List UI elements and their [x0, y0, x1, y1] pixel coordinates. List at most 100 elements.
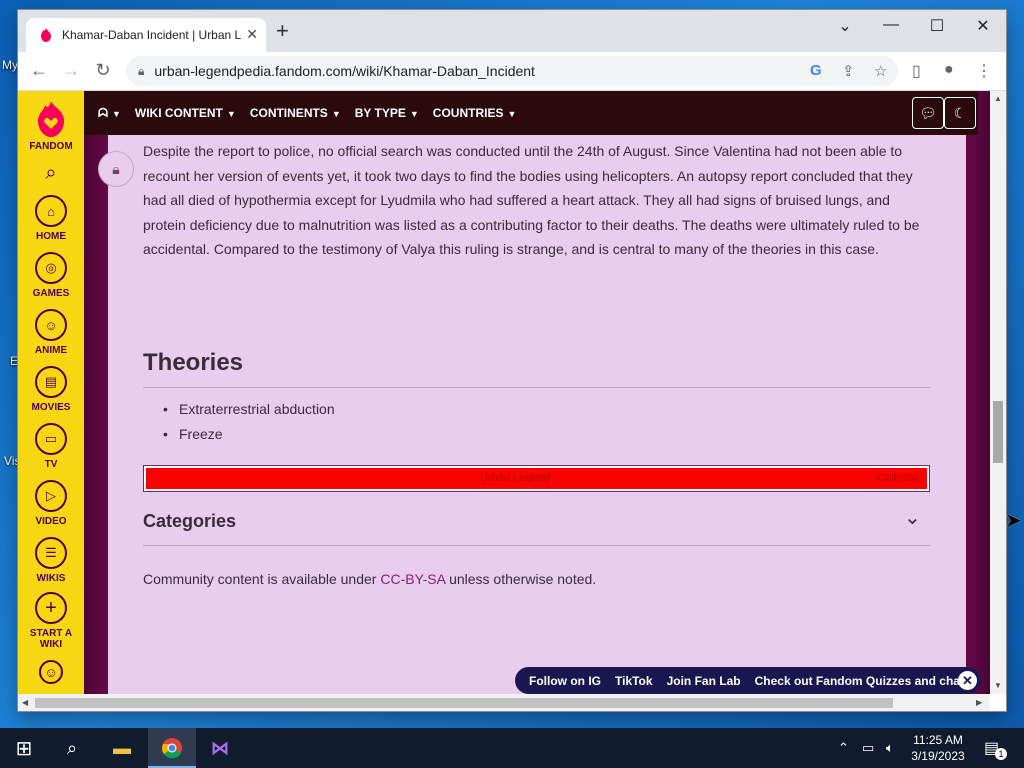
tray-overflow-chevron-icon[interactable]: ⌃ — [838, 740, 849, 756]
page-lock-icon[interactable]: 🔒︎ — [98, 151, 134, 187]
wikis-icon: ☰ — [35, 537, 67, 569]
social-link-tiktok[interactable]: TikTok — [615, 674, 653, 688]
google-lens-icon[interactable]: G — [810, 62, 822, 79]
volume-icon[interactable]: 🔈︎ — [886, 740, 894, 756]
nav-item-wiki-content[interactable]: WIKI CONTENT ▼ — [135, 106, 236, 120]
lock-icon[interactable]: 🔒︎ — [138, 64, 144, 79]
rail-label: WIKIS — [36, 573, 66, 584]
chrome-icon[interactable] — [156, 734, 188, 762]
rail-item-anime[interactable]: ☺ ANIME — [35, 309, 67, 356]
reload-icon[interactable]: ↻ — [92, 60, 114, 81]
windows-start-icon[interactable]: ⊞ — [8, 734, 40, 762]
network-icon[interactable]: ▭ — [862, 740, 874, 756]
url-text[interactable]: urban-legendpedia.fandom.com/wiki/Khamar… — [154, 63, 535, 79]
rail-label: TV — [44, 459, 58, 470]
nav-item-by-type[interactable]: BY TYPE ▼ — [355, 106, 419, 120]
social-promo-bar: Follow on IG TikTok Join Fan Lab Check o… — [515, 667, 981, 694]
share-icon[interactable]: ⇪ — [842, 62, 855, 80]
search-icon[interactable]: ⌕ — [45, 162, 56, 185]
rail-item-start-wiki[interactable]: + START A WIKI — [26, 592, 76, 650]
clock-date: 3/19/2023 — [911, 749, 965, 763]
tab-strip: Khamar-Daban Incident | Urban L ✕ + ⌄ — … — [18, 10, 1006, 52]
rail-item-tv[interactable]: ▭ TV — [35, 423, 67, 470]
categories-divider — [143, 545, 930, 546]
clock-time: 11:25 AM — [913, 733, 963, 747]
browser-tab[interactable]: Khamar-Daban Incident | Urban L ✕ — [26, 18, 266, 52]
dark-mode-moon-icon[interactable]: ☾ — [944, 97, 976, 129]
plus-icon: + — [35, 592, 67, 624]
social-link-quizzes[interactable]: Check out Fandom Quizzes and cha — [755, 674, 960, 688]
rail-item-games[interactable]: ◎ GAMES — [32, 252, 70, 299]
list-item: Extraterrestrial abduction — [143, 397, 335, 422]
heading-divider — [143, 387, 930, 388]
scroll-left-arrow-icon[interactable]: ◀ — [22, 698, 28, 707]
rail-item-account[interactable]: ☺ — [39, 660, 63, 684]
user-icon: ☺ — [39, 660, 63, 684]
rail-item-movies[interactable]: ▤ MOVIES — [32, 366, 70, 413]
bookmark-star-icon[interactable]: ☆ — [874, 62, 887, 80]
tab-search-chevron-icon[interactable]: ⌄ — [822, 16, 868, 36]
rail-item-home[interactable]: ⌂ HOME — [35, 195, 67, 242]
fandom-sidebar: FANDOM ⌕ ⌂ HOME ◎ GAMES ☺ ANIME ▤ MOVIES… — [18, 91, 84, 694]
browser-window: Khamar-Daban Incident | Urban L ✕ + ⌄ — … — [18, 10, 1006, 711]
rail-item-video[interactable]: ▷ VIDEO — [35, 480, 67, 527]
scroll-right-arrow-icon[interactable]: ▶ — [976, 698, 982, 707]
video-icon: ▷ — [35, 480, 67, 512]
horizontal-scroll-thumb[interactable] — [35, 698, 893, 708]
social-link-ig[interactable]: Follow on IG — [529, 674, 601, 688]
desktop-icon-label[interactable]: My — [2, 58, 18, 72]
anime-icon: ☺ — [34, 309, 67, 341]
games-icon: ◎ — [34, 252, 67, 284]
horizontal-scrollbar[interactable]: ◀ ▶ — [18, 694, 990, 711]
address-bar[interactable]: 🔒︎ urban-legendpedia.fandom.com/wiki/Kha… — [126, 56, 898, 86]
nav-item-continents[interactable]: CONTINENTS ▼ — [250, 106, 341, 120]
nav-item-countries[interactable]: COUNTRIES ▼ — [433, 106, 517, 120]
mouse-cursor-icon: ➤ — [1005, 510, 1022, 532]
navbox-collapse-toggle[interactable]: [Collapse] — [874, 472, 923, 484]
rail-label: START A WIKI — [29, 628, 73, 650]
file-explorer-icon[interactable]: ▬ — [106, 734, 138, 762]
scroll-down-arrow-icon[interactable]: ▼ — [994, 681, 1002, 690]
discussions-icon[interactable]: 💬︎ — [912, 97, 944, 129]
social-link-fan-lab[interactable]: Join Fan Lab — [667, 674, 741, 688]
menu-kebab-icon[interactable]: ⋮ — [976, 61, 992, 81]
fandom-favicon-icon — [41, 28, 51, 42]
minimize-button[interactable]: — — [868, 16, 914, 34]
scroll-up-arrow-icon[interactable]: ▲ — [994, 94, 1002, 103]
tv-icon: ▭ — [35, 423, 67, 455]
rail-label: HOME — [36, 231, 66, 242]
fandom-logo-icon[interactable] — [34, 99, 68, 139]
close-icon[interactable]: ✕ — [958, 671, 977, 690]
windows-taskbar: ⊞ ⌕ ▬ ⋈ ⌃ ▭ 🔈︎ 11:25 AM 3/19/2023 ▤ 1 — [0, 728, 1024, 768]
search-icon[interactable]: ⌕ — [56, 734, 88, 762]
section-heading-theories: Theories — [143, 349, 244, 376]
maximize-button[interactable]: ☐ — [914, 16, 960, 36]
home-icon: ⌂ — [35, 195, 67, 227]
visual-studio-icon[interactable]: ⋈ — [204, 734, 236, 762]
side-panel-icon[interactable]: ▯ — [912, 61, 921, 81]
new-tab-button[interactable]: + — [276, 20, 289, 42]
vertical-scroll-thumb[interactable] — [993, 401, 1003, 463]
wiki-logo-icon[interactable]: ᗣ ▼ — [98, 106, 121, 121]
license-link[interactable]: CC-BY-SA — [380, 571, 445, 587]
movies-icon: ▤ — [35, 366, 67, 398]
categories-header[interactable]: Categories — [143, 511, 236, 532]
vertical-scrollbar[interactable]: ▲ ▼ — [990, 91, 1006, 694]
back-arrow-icon[interactable]: ← — [28, 60, 50, 81]
forward-arrow-icon[interactable]: → — [60, 60, 82, 81]
navbox-title[interactable]: Urban Legend — [480, 472, 550, 484]
desktop-icon-label[interactable]: E — [10, 354, 18, 368]
chevron-down-icon[interactable]: ⌄ — [904, 505, 921, 530]
profile-avatar-icon[interactable]: ● — [944, 61, 954, 79]
close-window-button[interactable]: ✕ — [960, 16, 1006, 36]
theories-list: Extraterrestrial abduction Freeze — [143, 397, 335, 447]
rail-item-wikis[interactable]: ☰ WIKIS — [35, 537, 67, 584]
fandom-logo-label: FANDOM — [29, 141, 73, 152]
rail-label: VIDEO — [35, 516, 67, 527]
rail-label: GAMES — [32, 288, 70, 299]
tab-close-icon[interactable]: ✕ — [246, 26, 258, 43]
web-page: FANDOM ⌕ ⌂ HOME ◎ GAMES ☺ ANIME ▤ MOVIES… — [18, 91, 990, 694]
license-notice: Community content is available under CC-… — [143, 571, 597, 587]
system-clock[interactable]: 11:25 AM 3/19/2023 — [906, 732, 970, 764]
article-paragraph: Despite the report to police, no officia… — [143, 143, 920, 257]
